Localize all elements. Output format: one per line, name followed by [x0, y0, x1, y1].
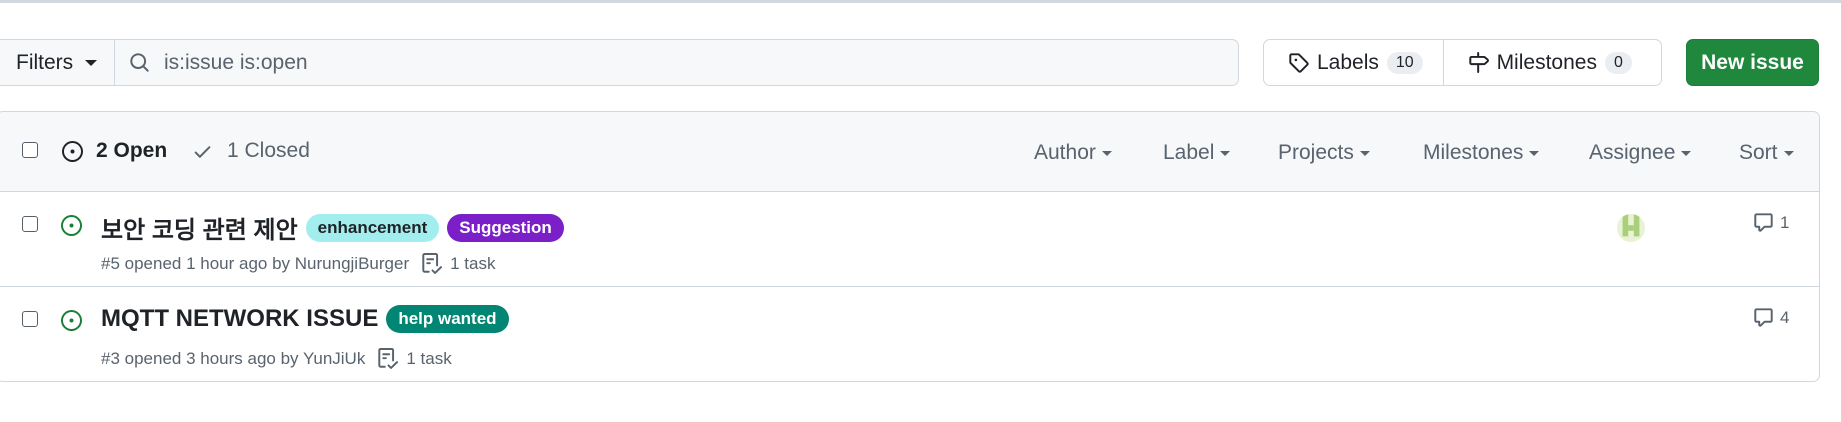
sort-filter[interactable]: Sort [1739, 141, 1794, 165]
labels-count-badge: 10 [1386, 51, 1423, 74]
milestone-icon [1468, 52, 1489, 73]
open-issues-tab[interactable]: 2 Open [62, 139, 167, 163]
task-count: 1 task [450, 253, 496, 273]
milestones-count-badge: 0 [1604, 51, 1632, 74]
tag-icon [1289, 53, 1309, 73]
labels-button[interactable]: Labels 10 [1264, 40, 1444, 85]
issue-row: MQTT NETWORK ISSUE help wanted #3 opened… [0, 287, 1819, 381]
assignee-filter[interactable]: Assignee [1589, 141, 1692, 165]
label-filter-label: Label [1163, 141, 1215, 164]
new-issue-button[interactable]: New issue [1686, 39, 1819, 86]
sort-filter-label: Sort [1739, 141, 1778, 164]
issue-title-link[interactable]: MQTT NETWORK ISSUE [101, 305, 378, 333]
top-divider [0, 0, 1841, 3]
filters-label: Filters [16, 50, 74, 74]
identicon-icon [1617, 214, 1645, 242]
milestones-filter[interactable]: Milestones [1423, 141, 1540, 165]
checklist-icon [378, 348, 399, 369]
milestones-filter-label: Milestones [1423, 141, 1524, 164]
assignee-filter-label: Assignee [1589, 141, 1676, 164]
issue-title-line: 보안 코딩 관련 제안 enhancement Suggestion [101, 210, 564, 245]
search-input[interactable] [164, 50, 1064, 75]
issue-checkbox[interactable] [22, 216, 38, 232]
issue-title-link[interactable]: 보안 코딩 관련 제안 [101, 210, 298, 245]
issue-meta: #3 opened 3 hours ago by YunJiUk 1 task [101, 348, 452, 369]
chevron-down-icon [1359, 150, 1370, 156]
new-issue-label: New issue [1701, 50, 1804, 74]
comments-link[interactable]: 4 [1753, 307, 1789, 328]
closed-count-label: 1 Closed [227, 139, 310, 162]
select-all-checkbox[interactable] [22, 142, 38, 158]
issue-meta-text: #5 opened 1 hour ago by NurungjiBurger [101, 253, 410, 273]
milestones-label: Milestones [1496, 50, 1597, 74]
author-filter-label: Author [1034, 141, 1096, 164]
comment-count: 1 [1780, 212, 1790, 232]
comment-count: 4 [1780, 307, 1790, 327]
issue-title-line: MQTT NETWORK ISSUE help wanted [101, 305, 509, 333]
label-help-wanted[interactable]: help wanted [386, 305, 509, 333]
closed-issues-tab[interactable]: 1 Closed [192, 139, 310, 163]
comments-link[interactable]: 1 [1753, 212, 1789, 233]
labels-milestones-group: Labels 10 Milestones 0 [1263, 39, 1662, 86]
search-field[interactable] [114, 39, 1239, 86]
task-progress[interactable]: 1 task [377, 348, 452, 369]
author-filter[interactable]: Author [1034, 141, 1112, 165]
issue-row: 보안 코딩 관련 제안 enhancement Suggestion #5 op… [0, 192, 1819, 287]
issue-opened-icon [61, 310, 82, 331]
task-count: 1 task [406, 348, 452, 368]
chevron-down-icon [85, 59, 98, 66]
projects-filter-label: Projects [1278, 141, 1354, 164]
search-icon [130, 53, 149, 72]
comment-icon [1754, 308, 1773, 327]
assignee-avatar[interactable] [1617, 214, 1645, 242]
milestones-button[interactable]: Milestones 0 [1444, 40, 1661, 85]
label-enhancement[interactable]: enhancement [305, 213, 440, 242]
issues-list-header: 2 Open 1 Closed Author Label Projects Mi… [0, 112, 1819, 192]
filter-bar: Filters Labels 10 Milestones 0 New issue [0, 39, 1841, 87]
issues-list: 2 Open 1 Closed Author Label Projects Mi… [0, 111, 1820, 382]
chevron-down-icon [1220, 150, 1231, 156]
issue-opened-icon [62, 140, 83, 162]
task-progress[interactable]: 1 task [421, 253, 495, 274]
check-icon [194, 145, 211, 158]
comment-icon [1754, 213, 1773, 232]
label-suggestion[interactable]: Suggestion [447, 213, 564, 242]
open-count-label: 2 Open [96, 139, 168, 162]
projects-filter[interactable]: Projects [1278, 141, 1370, 165]
chevron-down-icon [1101, 150, 1112, 156]
chevron-down-icon [1529, 150, 1540, 156]
issue-opened-icon [61, 215, 82, 236]
chevron-down-icon [1681, 150, 1692, 156]
labels-label: Labels [1317, 50, 1379, 74]
checklist-icon [422, 253, 443, 274]
chevron-down-icon [1783, 150, 1794, 156]
label-filter[interactable]: Label [1163, 141, 1231, 165]
issue-checkbox[interactable] [22, 311, 38, 327]
filters-button[interactable]: Filters [0, 39, 115, 86]
issue-meta: #5 opened 1 hour ago by NurungjiBurger 1… [101, 253, 495, 274]
issue-meta-text: #3 opened 3 hours ago by YunJiUk [101, 348, 366, 368]
